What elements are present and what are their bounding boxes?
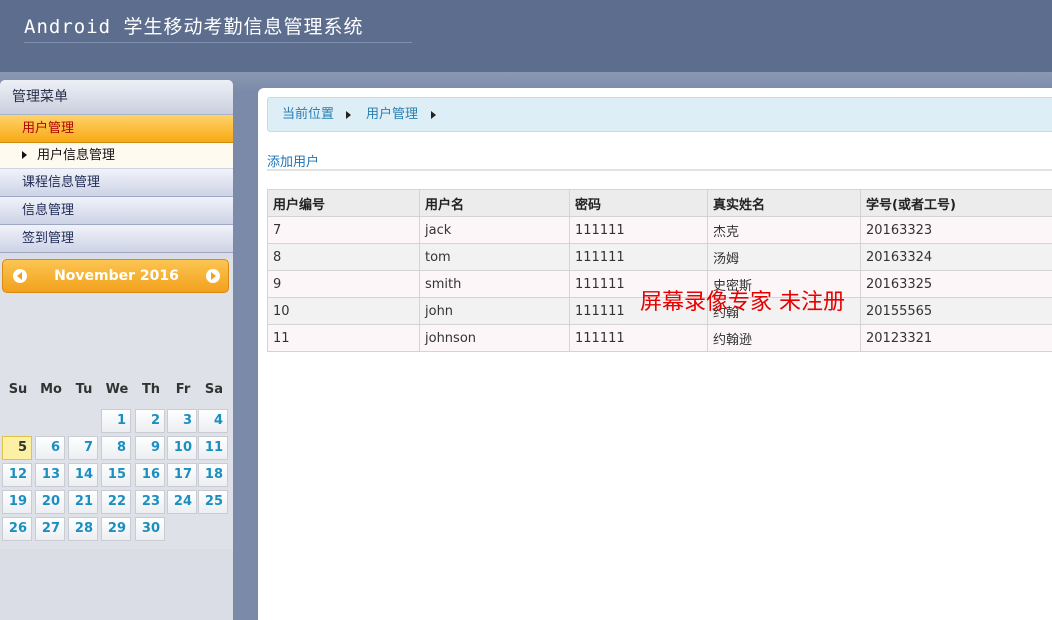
add-user-link[interactable]: 添加用户 bbox=[267, 151, 319, 170]
calendar-day[interactable]: 16 bbox=[135, 463, 165, 487]
calendar-day[interactable]: 15 bbox=[101, 463, 131, 487]
cell-real-name: 约翰逊 bbox=[707, 324, 861, 352]
app-title: Android 学生移动考勤信息管理系统 bbox=[24, 12, 412, 43]
cell-student-id: 20123321 bbox=[860, 324, 1052, 352]
sidebar: 管理菜单 用户管理 用户信息管理 课程信息管理 信息管理 签到管理 Novemb… bbox=[0, 80, 233, 620]
sidebar-item-signin-management[interactable]: 签到管理 bbox=[0, 225, 233, 253]
cell-user-id: 9 bbox=[267, 270, 420, 298]
calendar-day[interactable]: 14 bbox=[68, 463, 98, 487]
sidebar-subitem-user-info[interactable]: 用户信息管理 bbox=[0, 143, 233, 169]
cell-student-id: 20163323 bbox=[860, 216, 1052, 244]
calendar-day[interactable]: 22 bbox=[101, 490, 131, 514]
sidebar-item-course-management[interactable]: 课程信息管理 bbox=[0, 169, 233, 197]
calendar-day[interactable]: 3 bbox=[167, 409, 197, 433]
calendar-day[interactable]: 1 bbox=[101, 409, 131, 433]
calendar-day[interactable]: 24 bbox=[167, 490, 197, 514]
cell-user-id: 8 bbox=[267, 243, 420, 271]
calendar-weekday-header: Fr bbox=[175, 382, 191, 397]
table-row: 7 jack 111111 杰克 20163323 bbox=[267, 216, 1052, 244]
column-header-student-id: 学号(或者工号) bbox=[860, 189, 1052, 217]
cell-password: 111111 bbox=[569, 216, 708, 244]
calendar-day[interactable]: 21 bbox=[68, 490, 98, 514]
calendar-day[interactable]: 20 bbox=[35, 490, 65, 514]
cell-user-id: 7 bbox=[267, 216, 420, 244]
sidebar-item-user-management[interactable]: 用户管理 bbox=[0, 115, 233, 143]
calendar-weekday-header: Sa bbox=[204, 382, 224, 397]
calendar-day[interactable]: 6 bbox=[35, 436, 65, 460]
calendar-day-today[interactable]: 5 bbox=[2, 436, 32, 460]
calendar-day[interactable]: 30 bbox=[135, 517, 165, 541]
calendar-weekday-header: We bbox=[105, 382, 129, 397]
user-table: 用户编号 用户名 密码 真实姓名 学号(或者工号) 7 jack 111111 杰克 2… bbox=[267, 189, 1052, 352]
cell-real-name: 杰克 bbox=[707, 216, 861, 244]
column-header-username: 用户名 bbox=[419, 189, 570, 217]
caret-right-icon bbox=[22, 151, 27, 159]
cell-user-id: 11 bbox=[267, 324, 420, 352]
cell-username: john bbox=[419, 297, 570, 325]
calendar-day[interactable]: 25 bbox=[198, 490, 228, 514]
calendar-day[interactable]: 23 bbox=[135, 490, 165, 514]
cell-username: smith bbox=[419, 270, 570, 298]
calendar-day[interactable]: 11 bbox=[198, 436, 228, 460]
cell-student-id: 20155565 bbox=[860, 297, 1052, 325]
calendar-day[interactable]: 26 bbox=[2, 517, 32, 541]
table-row: 11 johnson 111111 约翰逊 20123321 bbox=[267, 324, 1052, 352]
calendar-day[interactable]: 13 bbox=[35, 463, 65, 487]
column-header-password: 密码 bbox=[569, 189, 708, 217]
table-row: 8 tom 111111 汤姆 20163324 bbox=[267, 243, 1052, 271]
main-panel: 当前位置 用户管理 添加用户 用户编号 用户名 密码 真实姓名 学号(或者工号)… bbox=[258, 88, 1052, 620]
calendar-weekday-header: Mo bbox=[40, 382, 62, 397]
calendar-day[interactable]: 4 bbox=[198, 409, 228, 433]
breadcrumb-user-management[interactable]: 用户管理 bbox=[366, 98, 418, 132]
column-header-real-name: 真实姓名 bbox=[707, 189, 861, 217]
calendar-header: November 2016 bbox=[2, 259, 229, 293]
app-header: Android 学生移动考勤信息管理系统 bbox=[0, 0, 1052, 72]
breadcrumb-separator-icon bbox=[431, 111, 436, 119]
calendar-weekday-header: Tu bbox=[75, 382, 93, 397]
cell-password: 111111 bbox=[569, 324, 708, 352]
calendar-day[interactable]: 7 bbox=[68, 436, 98, 460]
cell-username: jack bbox=[419, 216, 570, 244]
cell-username: tom bbox=[419, 243, 570, 271]
calendar-day[interactable]: 29 bbox=[101, 517, 131, 541]
calendar-widget: November 2016 Su Mo Tu We Th Fr Sa 1 2 3 4 5 6 7 8 9 10 1… bbox=[0, 259, 233, 549]
calendar-day[interactable]: 12 bbox=[2, 463, 32, 487]
calendar-month-title: November 2016 bbox=[54, 268, 179, 284]
sidebar-subitem-label: 用户信息管理 bbox=[37, 148, 116, 163]
column-header-user-id: 用户编号 bbox=[267, 189, 420, 217]
breadcrumb-separator-icon bbox=[346, 111, 351, 119]
calendar-day[interactable]: 19 bbox=[2, 490, 32, 514]
divider bbox=[267, 169, 1052, 171]
chevron-left-icon[interactable] bbox=[13, 269, 27, 283]
sidebar-item-info-management[interactable]: 信息管理 bbox=[0, 197, 233, 225]
cell-real-name: 汤姆 bbox=[707, 243, 861, 271]
watermark: 屏幕录像专家 未注册 bbox=[640, 290, 845, 315]
cell-password: 111111 bbox=[569, 243, 708, 271]
cell-username: johnson bbox=[419, 324, 570, 352]
chevron-right-icon[interactable] bbox=[206, 269, 220, 283]
calendar-day[interactable]: 27 bbox=[35, 517, 65, 541]
breadcrumb-current-position[interactable]: 当前位置 bbox=[282, 98, 334, 132]
calendar-day[interactable]: 8 bbox=[101, 436, 131, 460]
calendar-day[interactable]: 17 bbox=[167, 463, 197, 487]
cell-user-id: 10 bbox=[267, 297, 420, 325]
table-header-row: 用户编号 用户名 密码 真实姓名 学号(或者工号) bbox=[267, 189, 1052, 217]
calendar-day[interactable]: 9 bbox=[135, 436, 165, 460]
cell-student-id: 20163325 bbox=[860, 270, 1052, 298]
calendar-day[interactable]: 10 bbox=[167, 436, 197, 460]
breadcrumb: 当前位置 用户管理 bbox=[267, 97, 1052, 132]
calendar-day[interactable]: 28 bbox=[68, 517, 98, 541]
calendar-weekday-header: Th bbox=[141, 382, 161, 397]
cell-student-id: 20163324 bbox=[860, 243, 1052, 271]
calendar-weekday-header: Su bbox=[8, 382, 28, 397]
calendar-day[interactable]: 18 bbox=[198, 463, 228, 487]
calendar-day[interactable]: 2 bbox=[135, 409, 165, 433]
sidebar-title: 管理菜单 bbox=[0, 80, 233, 115]
